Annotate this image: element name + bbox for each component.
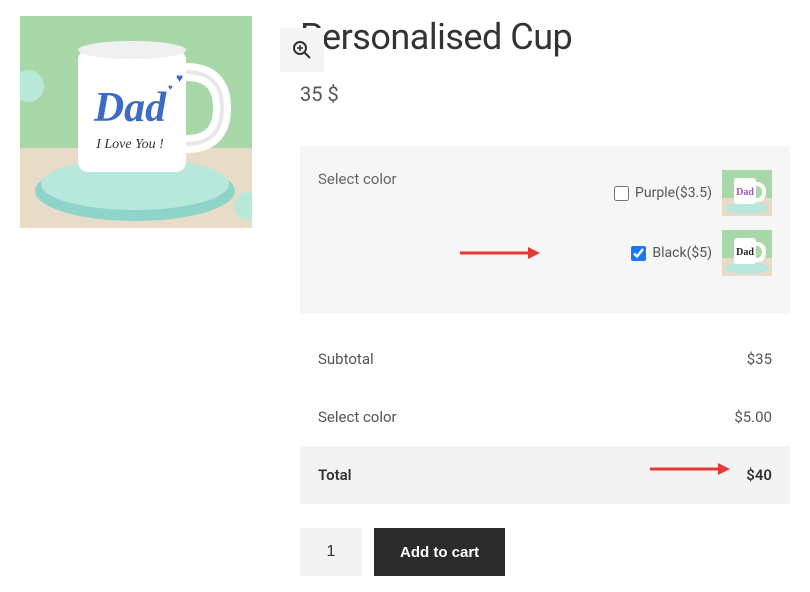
svg-text:Dad: Dad xyxy=(736,187,754,198)
product-gallery: Dad ♥ ♥ I Love You ! xyxy=(20,16,252,228)
option-row-color: Select color Purple($3.5) Dad Black($5) Dad xyxy=(318,170,772,290)
product-page: Dad ♥ ♥ I Love You ! Personalised Cup 35… xyxy=(20,16,790,576)
summary-label: Subtotal xyxy=(318,350,374,368)
annotation-arrow xyxy=(460,244,540,262)
summary-label: Select color xyxy=(318,408,397,426)
option-label: Select color xyxy=(318,170,448,188)
product-title: Personalised Cup xyxy=(300,16,790,58)
total-value: $40 xyxy=(746,466,772,484)
option-checkbox-purple[interactable] xyxy=(614,186,629,201)
price-amount: 35 xyxy=(300,82,322,106)
option-text: Purple($3.5) xyxy=(635,185,712,201)
svg-text:I Love You !: I Love You ! xyxy=(95,137,164,152)
option-item-black: Black($5) Dad xyxy=(472,230,772,276)
option-checkbox-black[interactable] xyxy=(631,246,646,261)
annotation-arrow xyxy=(650,460,730,478)
summary-row: Subtotal $35 xyxy=(300,330,790,388)
option-values: Purple($3.5) Dad Black($5) Dad xyxy=(472,170,772,290)
product-image: Dad ♥ ♥ I Love You ! xyxy=(20,16,252,228)
quantity-input[interactable] xyxy=(300,528,362,576)
price-currency: $ xyxy=(327,82,338,106)
product-options: Select color Purple($3.5) Dad Black($5) Dad xyxy=(300,146,790,314)
summary-value: $5.00 xyxy=(734,408,772,426)
svg-text:♥: ♥ xyxy=(176,71,183,85)
swatch-thumbnail: Dad xyxy=(722,170,772,216)
cart-actions: Add to cart xyxy=(300,528,790,576)
option-text: Black($5) xyxy=(652,245,712,261)
summary-value: $35 xyxy=(747,350,772,368)
product-price: 35 $ xyxy=(300,82,790,106)
swatch-thumbnail: Dad xyxy=(722,230,772,276)
zoom-button[interactable] xyxy=(280,28,324,72)
total-label: Total xyxy=(318,466,352,484)
svg-text:♥: ♥ xyxy=(168,83,173,92)
add-to-cart-button[interactable]: Add to cart xyxy=(374,528,505,576)
product-summary: Personalised Cup 35 $ Select color Purpl… xyxy=(300,16,790,576)
magnify-plus-icon xyxy=(292,40,312,60)
svg-text:Dad: Dad xyxy=(93,85,167,131)
summary-row-total: Total $40 xyxy=(300,446,790,504)
summary-row: Select color $5.00 xyxy=(300,388,790,446)
svg-text:Dad: Dad xyxy=(736,247,754,258)
option-item-purple: Purple($3.5) Dad xyxy=(472,170,772,216)
price-summary: Subtotal $35 Select color $5.00 Total $40 xyxy=(300,330,790,504)
